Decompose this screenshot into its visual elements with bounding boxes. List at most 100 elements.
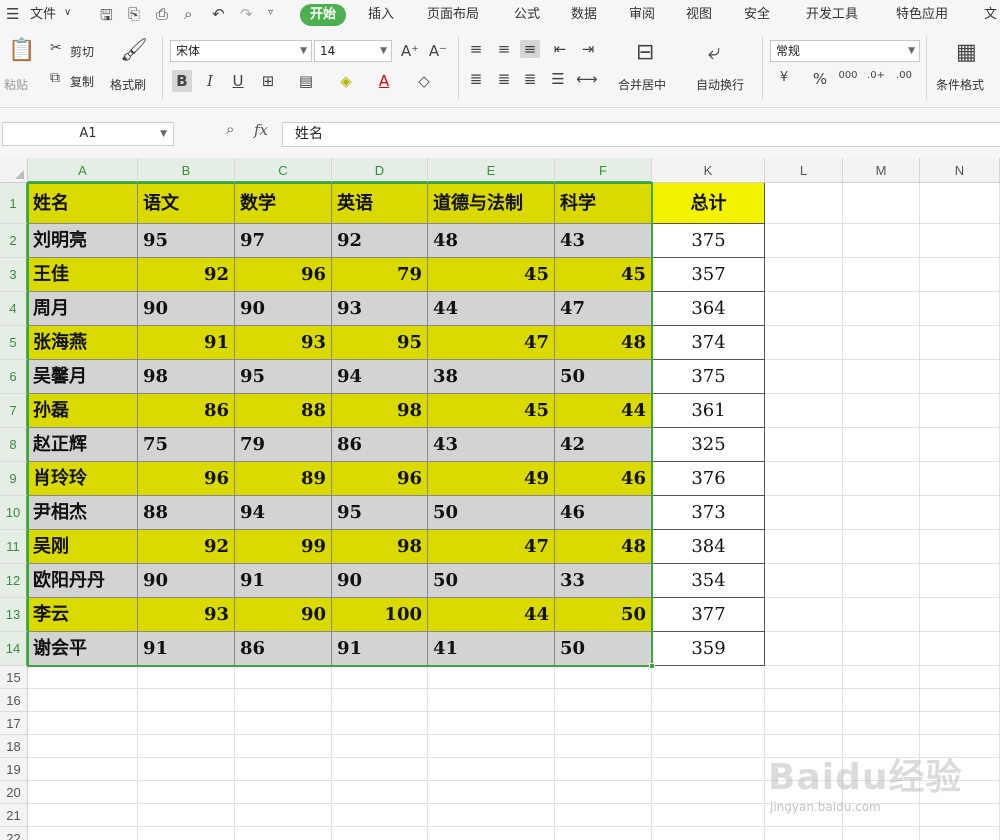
total-cell[interactable]: 375 [652,224,765,258]
align-center-icon[interactable]: ≣ [494,70,514,88]
empty-cell[interactable] [843,564,920,598]
empty-cell[interactable] [920,258,1000,292]
score-cell[interactable]: 50 [555,598,652,632]
empty-cell[interactable] [920,598,1000,632]
empty-cell[interactable] [920,360,1000,394]
name-cell[interactable]: 吴馨月 [28,360,138,394]
align-right-icon[interactable]: ≣ [520,70,540,88]
total-cell[interactable]: 361 [652,394,765,428]
empty-cell[interactable] [843,428,920,462]
empty-cell[interactable] [652,758,765,781]
score-cell[interactable]: 44 [555,394,652,428]
tab-special-apps[interactable]: 特色应用 [896,0,948,30]
score-cell[interactable]: 96 [235,258,332,292]
empty-cell[interactable] [235,781,332,804]
quick-access-dropdown-icon[interactable]: ▿ [268,7,273,18]
tab-formulas[interactable]: 公式 [514,0,540,30]
score-cell[interactable]: 50 [428,564,555,598]
score-cell[interactable]: 45 [428,258,555,292]
score-cell[interactable]: 100 [332,598,428,632]
zoom-lookup-icon[interactable]: ⌕ [226,120,234,138]
merge-center-button[interactable]: 合并居中 [618,76,666,93]
empty-cell[interactable] [843,394,920,428]
score-cell[interactable]: 89 [235,462,332,496]
score-cell[interactable]: 33 [555,564,652,598]
score-cell[interactable]: 95 [332,496,428,530]
score-cell[interactable]: 99 [235,530,332,564]
format-painter-icon[interactable]: 🖌 [120,38,148,63]
scissors-icon[interactable]: ✂ [50,40,62,56]
empty-cell[interactable] [920,530,1000,564]
column-header-f[interactable]: F [555,158,652,183]
empty-cell[interactable] [332,735,428,758]
empty-cell[interactable] [920,712,1000,735]
empty-cell[interactable] [920,827,1000,840]
decrease-font-size-icon[interactable]: A⁻ [428,42,448,60]
row-header-15[interactable]: 15 [0,666,28,689]
row-header-10[interactable]: 10 [0,496,28,530]
menu-file[interactable]: 文件 [30,0,56,30]
decrease-decimal-icon[interactable]: .00 [894,70,914,81]
score-cell[interactable]: 48 [555,326,652,360]
score-cell[interactable]: 93 [138,598,235,632]
score-cell[interactable]: 96 [332,462,428,496]
empty-cell[interactable] [235,827,332,840]
underline-button[interactable]: U [228,70,248,92]
number-format-select[interactable]: 常规 ▼ [770,40,920,62]
column-header-m[interactable]: M [843,158,920,183]
column-header-n[interactable]: N [920,158,1000,183]
name-box[interactable]: A1 ▼ [2,122,174,146]
empty-cell[interactable] [235,804,332,827]
tab-review[interactable]: 审阅 [629,0,655,30]
column-header-e[interactable]: E [428,158,555,183]
empty-cell[interactable] [28,758,138,781]
empty-cell[interactable] [235,758,332,781]
score-cell[interactable]: 86 [138,394,235,428]
score-cell[interactable]: 79 [235,428,332,462]
empty-cell[interactable] [138,804,235,827]
score-cell[interactable]: 88 [138,496,235,530]
score-cell[interactable]: 95 [332,326,428,360]
italic-button[interactable]: I [200,70,220,92]
column-header-c[interactable]: C [235,158,332,183]
total-cell[interactable]: 374 [652,326,765,360]
name-cell[interactable]: 欧阳丹丹 [28,564,138,598]
row-header-16[interactable]: 16 [0,689,28,712]
empty-cell[interactable] [138,735,235,758]
empty-cell[interactable] [765,394,843,428]
empty-cell[interactable] [428,781,555,804]
total-cell[interactable]: 377 [652,598,765,632]
bold-button[interactable]: B [172,70,192,92]
score-cell[interactable]: 45 [428,394,555,428]
score-cell[interactable]: 46 [555,496,652,530]
empty-cell[interactable] [843,827,920,840]
row-header-19[interactable]: 19 [0,758,28,781]
export-pdf-icon[interactable]: ⎘ [128,5,140,23]
conditional-format-icon[interactable]: ▦ [956,40,977,65]
empty-cell[interactable] [843,258,920,292]
column-header-d[interactable]: D [332,158,428,183]
empty-cell[interactable] [765,689,843,712]
cut-button[interactable]: 剪切 [70,43,94,60]
name-cell[interactable]: 赵正辉 [28,428,138,462]
chevron-down-icon[interactable]: ∨ [64,7,71,18]
empty-cell[interactable] [28,689,138,712]
row-header-8[interactable]: 8 [0,428,28,462]
empty-cell[interactable] [428,666,555,689]
score-cell[interactable]: 91 [332,632,428,666]
score-cell[interactable]: 47 [555,292,652,326]
score-cell[interactable]: 41 [428,632,555,666]
empty-cell[interactable] [555,827,652,840]
merge-center-icon[interactable]: ⊟ [636,40,654,65]
font-name-select[interactable]: 宋体 ▼ [170,40,312,62]
header-cell[interactable]: 姓名 [28,183,138,224]
empty-cell[interactable] [138,712,235,735]
empty-cell[interactable] [555,689,652,712]
hamburger-menu-icon[interactable]: ☰ [6,5,19,23]
row-header-2[interactable]: 2 [0,224,28,258]
score-cell[interactable]: 90 [332,564,428,598]
header-cell[interactable]: 科学 [555,183,652,224]
score-cell[interactable]: 92 [138,530,235,564]
empty-cell[interactable] [765,632,843,666]
empty-cell[interactable] [235,735,332,758]
